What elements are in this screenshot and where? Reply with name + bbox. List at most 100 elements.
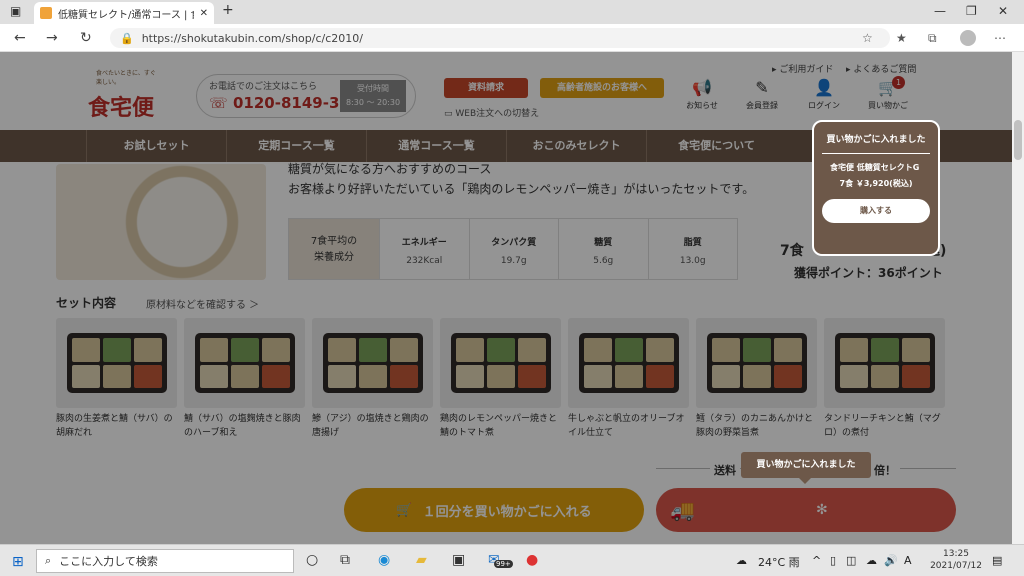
tab-title: 低糖質セレクト/通常コース | 食宅便: [58, 9, 194, 21]
meal-item[interactable]: 豚肉の生姜煮と鯖（サバ）の胡麻だれ: [56, 318, 177, 440]
windows-taskbar: ⊞ ⌕ ここに入力して検索 ○ ⧉ ◉ ▰ ▣ ✉ 99+ ● ☁ 24°C 雨…: [0, 544, 1024, 576]
meal-image: [184, 318, 305, 408]
site-favicon-icon: [40, 7, 52, 19]
meal-item[interactable]: 鯵（アジ）の塩焼きと鶏肉の唐揚げ: [312, 318, 433, 440]
back-icon[interactable]: ←: [14, 30, 26, 46]
meal-item[interactable]: 鶏肉のレモンペッパー焼きと鯖のトマト煮: [440, 318, 561, 440]
popover-product-price: 7食 ￥3,920(税込): [839, 179, 913, 188]
gnav-regular-course[interactable]: 通常コース一覧: [366, 130, 506, 162]
url-text: https://shokutakubin.com/shop/c/c2010/: [141, 31, 363, 45]
gnav-subscription[interactable]: 定期コース一覧: [226, 130, 366, 162]
weather-icon: ☁: [736, 554, 747, 567]
battery-icon[interactable]: ▯: [830, 554, 836, 567]
meal-item[interactable]: 牛しゃぶと帆立のオリーブオイル仕立て: [568, 318, 689, 440]
task-view-icon[interactable]: ⧉: [340, 552, 350, 568]
scrollbar-thumb[interactable]: [1014, 120, 1022, 160]
ingredients-link[interactable]: 原材料などを確認する ＞: [146, 296, 259, 311]
more-menu-icon[interactable]: ⋯: [994, 31, 1006, 45]
usage-guide-link[interactable]: ▸ ご利用ガイド: [772, 62, 833, 75]
nutrition-table: 7食平均の 栄養成分 エネルギー 232Kcal タンパク質 19.7g 糖質 …: [288, 218, 738, 280]
meal-item[interactable]: タンドリーチキンと鮪（マグロ）の煮付: [824, 318, 945, 440]
volume-icon[interactable]: 🔊: [884, 554, 898, 567]
window-close-button[interactable]: ✕: [998, 4, 1008, 18]
gnav-about[interactable]: 食宅便について: [646, 130, 786, 162]
system-clock[interactable]: 13:25 2021/07/12: [926, 548, 986, 572]
refresh-icon[interactable]: ↻: [80, 30, 92, 46]
nutrition-fat: 脂質 13.0g: [647, 219, 738, 279]
favorites-list-icon[interactable]: ★: [896, 31, 907, 45]
nutrition-header: 7食平均の 栄養成分: [289, 219, 379, 279]
weather-text[interactable]: 24°C 雨: [758, 554, 800, 570]
clock-date: 2021/07/12: [930, 561, 982, 571]
meal-caption: 豚肉の生姜煮と鯖（サバ）の胡麻だれ: [56, 414, 173, 438]
purchase-button[interactable]: 購入する: [822, 199, 930, 223]
monitor-icon: ▭: [444, 109, 453, 119]
faq-link[interactable]: ▸ よくあるご質問: [846, 62, 916, 75]
web-order-switch-link[interactable]: ▭ WEB注文への切替え: [444, 106, 539, 119]
price-text-left: 7食: [780, 243, 804, 259]
nutrition-energy: エネルギー 232Kcal: [379, 219, 469, 279]
subscription-button[interactable]: 🚚 ✻: [656, 488, 956, 532]
store-icon[interactable]: ▣: [452, 552, 465, 568]
news-button[interactable]: 📢 お知らせ: [672, 78, 732, 111]
tab-actions-icon[interactable]: ▣: [10, 4, 21, 18]
network-icon[interactable]: ◫: [846, 554, 856, 567]
product-photo: [56, 164, 266, 280]
gnav-custom-select[interactable]: おこのみセレクト: [506, 130, 646, 162]
mail-badge: 99+: [494, 560, 513, 568]
address-bar-row: ← → ↻ 🔒 https://shokutakubin.com/shop/c/…: [0, 24, 1024, 52]
site-logo[interactable]: 食べたいときに、すぐ楽しい。 食宅便: [88, 66, 158, 122]
chevron-right-icon: ▸: [772, 65, 777, 75]
profile-avatar[interactable]: [960, 30, 976, 46]
hours-label: 受付時間: [357, 84, 389, 93]
collections-icon[interactable]: ⧉: [928, 31, 937, 46]
browser-tab[interactable]: 低糖質セレクト/通常コース | 食宅便 ✕: [34, 2, 214, 24]
windows-start-icon[interactable]: ⊞: [12, 554, 24, 570]
search-placeholder: ここに入力して検索: [59, 555, 158, 568]
search-icon: ⌕: [45, 554, 52, 567]
add-to-cart-button[interactable]: 🛒 １回分を買い物かごに入れる: [344, 488, 644, 532]
cart-added-tooltip: 買い物かごに入れました: [741, 452, 871, 484]
tray-chevron-icon[interactable]: ^: [812, 554, 821, 567]
pencil-icon: ✎: [755, 78, 769, 97]
nutrition-protein: タンパク質 19.7g: [468, 219, 559, 279]
edge-icon[interactable]: ◉: [378, 552, 390, 568]
truck-icon: 🚚: [670, 498, 695, 522]
cart-icon: 🛒: [878, 78, 898, 97]
chrome-icon[interactable]: ●: [526, 552, 538, 568]
cortana-icon[interactable]: ○: [306, 552, 318, 568]
meal-item[interactable]: 鱈（タラ）のカニあんかけと豚肉の野菜旨煮: [696, 318, 817, 440]
notification-icon[interactable]: ▤: [992, 554, 1002, 567]
file-explorer-icon[interactable]: ▰: [416, 552, 427, 568]
meal-image: [824, 318, 945, 408]
forward-icon[interactable]: →: [46, 30, 58, 46]
meal-image: [568, 318, 689, 408]
meal-caption: 鶏肉のレモンペッパー焼きと鯖のトマト煮: [440, 414, 558, 438]
cart-button[interactable]: 🛒 1 買い物かご: [858, 76, 918, 111]
meal-item[interactable]: 鯖（サバ）の塩麹焼きと豚肉のハーブ和え: [184, 318, 305, 440]
meal-caption: 鱈（タラ）のカニあんかけと豚肉の野菜旨煮: [696, 414, 814, 438]
url-field[interactable]: 🔒 https://shokutakubin.com/shop/c/c2010/: [110, 28, 890, 48]
shipping-text-right: 倍！: [870, 462, 900, 478]
cloud-icon[interactable]: ☁: [866, 554, 877, 567]
restore-button[interactable]: ❐: [966, 4, 977, 18]
new-tab-button[interactable]: +: [222, 2, 234, 18]
login-button[interactable]: 👤 ログイン: [794, 78, 854, 111]
register-button[interactable]: ✎ 会員登録: [732, 78, 792, 111]
favorite-star-icon[interactable]: ☆: [862, 31, 873, 45]
meal-image: [696, 318, 817, 408]
loading-spinner-icon: ✻: [816, 502, 828, 518]
meal-caption: タンドリーチキンと鮪（マグロ）の煮付: [824, 414, 941, 438]
cart-added-popover: 買い物かごに入れました 食宅便 低糖質セレクトG 7食 ￥3,920(税込) 購…: [812, 120, 940, 256]
ime-indicator[interactable]: A: [904, 554, 912, 567]
minimize-button[interactable]: —: [934, 4, 946, 18]
gnav-trial-set[interactable]: お試しセット: [86, 130, 226, 162]
brochure-request-button[interactable]: 資料請求: [444, 78, 528, 98]
tab-close-icon[interactable]: ✕: [200, 8, 208, 19]
meal-image: [312, 318, 433, 408]
elderly-facility-button[interactable]: 高齢者施設のお客様へ: [540, 78, 664, 98]
taskbar-search[interactable]: ⌕ ここに入力して検索: [36, 549, 294, 573]
web-page: 食べたいときに、すぐ楽しい。 食宅便 お電話でのご注文はこちら ☏ 0120-8…: [0, 52, 1012, 544]
popover-title: 買い物かごに入れました: [822, 134, 930, 154]
page-scrollbar[interactable]: [1012, 52, 1024, 544]
